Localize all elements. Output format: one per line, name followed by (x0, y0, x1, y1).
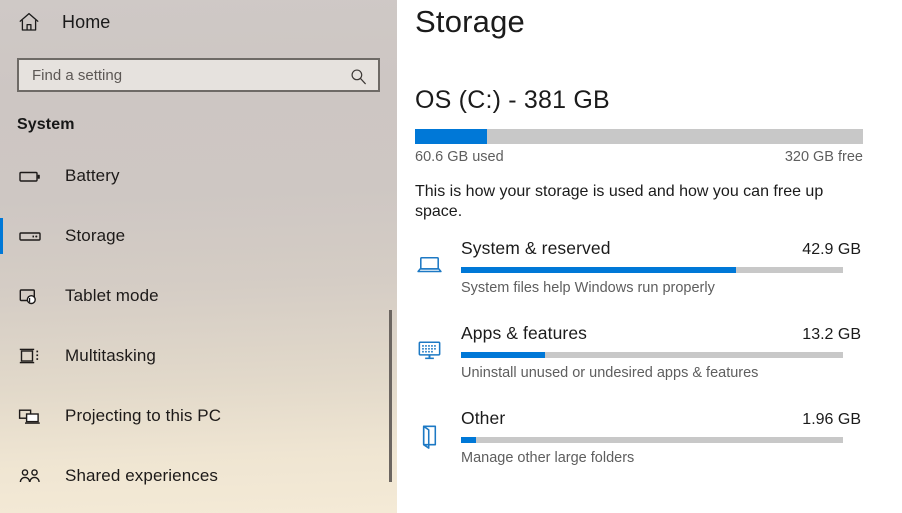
tablet-mode-icon (17, 283, 43, 309)
sidebar-item-label: Storage (65, 226, 126, 245)
sidebar-item-tablet-mode[interactable]: Tablet mode (0, 266, 397, 326)
sidebar-section-title: System (17, 116, 75, 133)
sidebar-item-label: Shared experiences (65, 466, 219, 485)
storage-category-size: 13.2 GB (802, 325, 861, 343)
storage-category-row[interactable]: Other 1.96 GB Manage other large folders (415, 407, 874, 486)
sidebar-item-shared-experiences[interactable]: Shared experiences (0, 446, 397, 506)
storage-category-description: Uninstall unused or undesired apps & fea… (461, 364, 759, 381)
sidebar: Home System Ba (0, 0, 397, 513)
selection-indicator (0, 218, 3, 254)
drive-free-label: 320 GB free (784, 149, 863, 165)
drive-usage-bar (415, 129, 863, 144)
storage-category-name: Apps & features (461, 322, 588, 343)
storage-category-row[interactable]: Apps & features 13.2 GB Uninstall unused… (415, 322, 874, 401)
sidebar-nav: Battery Storage Tablet mode Multitasking… (0, 146, 397, 506)
laptop-icon (415, 237, 461, 316)
drive-usage-legend: 60.6 GB used 320 GB free (415, 149, 863, 165)
sidebar-item-label: Tablet mode (65, 286, 159, 305)
home-nav-item[interactable]: Home (0, 4, 397, 40)
storage-category-size: 42.9 GB (802, 240, 861, 258)
battery-icon (17, 163, 43, 189)
sidebar-item-label: Multitasking (65, 346, 156, 365)
sidebar-item-storage[interactable]: Storage (0, 206, 397, 266)
storage-category-body: System & reserved 42.9 GB System files h… (461, 237, 874, 316)
storage-category-body: Apps & features 13.2 GB Uninstall unused… (461, 322, 874, 401)
storage-category-bar (461, 266, 843, 273)
storage-category-description: Manage other large folders (461, 449, 635, 466)
search-input[interactable] (19, 60, 378, 90)
search-box[interactable] (17, 58, 380, 92)
home-icon (17, 10, 41, 34)
storage-category-head: System & reserved 42.9 GB (461, 238, 861, 259)
storage-category-list: System & reserved 42.9 GB System files h… (415, 237, 874, 486)
apps-monitor-icon (415, 322, 461, 401)
storage-category-body: Other 1.96 GB Manage other large folders (461, 407, 874, 486)
settings-window: Home System Ba (0, 0, 902, 513)
storage-category-bar-fill (461, 351, 546, 358)
multitasking-icon (17, 343, 43, 369)
drive-title: OS (C:) - 381 GB (415, 86, 610, 114)
search-icon[interactable] (350, 68, 367, 85)
storage-category-head: Other 1.96 GB (461, 408, 861, 429)
sidebar-item-multitasking[interactable]: Multitasking (0, 326, 397, 386)
storage-category-row[interactable]: System & reserved 42.9 GB System files h… (415, 237, 874, 316)
storage-category-bar-fill (461, 266, 737, 273)
sidebar-item-projecting[interactable]: Projecting to this PC (0, 386, 397, 446)
drive-usage-bar-fill (415, 129, 487, 144)
storage-category-bar (461, 436, 843, 443)
drive-used-label: 60.6 GB used (415, 149, 504, 165)
content-pane: Storage OS (C:) - 381 GB 60.6 GB used 32… (397, 0, 902, 513)
sidebar-item-battery[interactable]: Battery (0, 146, 397, 206)
page-title: Storage (415, 4, 525, 39)
storage-category-name: System & reserved (461, 237, 611, 258)
home-label: Home (62, 11, 111, 32)
projecting-icon (17, 403, 43, 429)
storage-category-bar (461, 351, 843, 358)
shared-icon (17, 463, 43, 489)
storage-category-description: System files help Windows run properly (461, 279, 715, 296)
storage-category-head: Apps & features 13.2 GB (461, 323, 861, 344)
folder-icon (415, 407, 461, 486)
sidebar-item-label: Projecting to this PC (65, 406, 222, 425)
storage-category-name: Other (461, 407, 506, 428)
storage-category-bar-fill (461, 436, 477, 443)
storage-description: This is how your storage is used and how… (415, 183, 824, 221)
storage-category-size: 1.96 GB (802, 410, 861, 428)
sidebar-scrollbar-thumb[interactable] (389, 310, 392, 482)
sidebar-item-label: Battery (65, 166, 120, 185)
storage-icon (17, 223, 43, 249)
